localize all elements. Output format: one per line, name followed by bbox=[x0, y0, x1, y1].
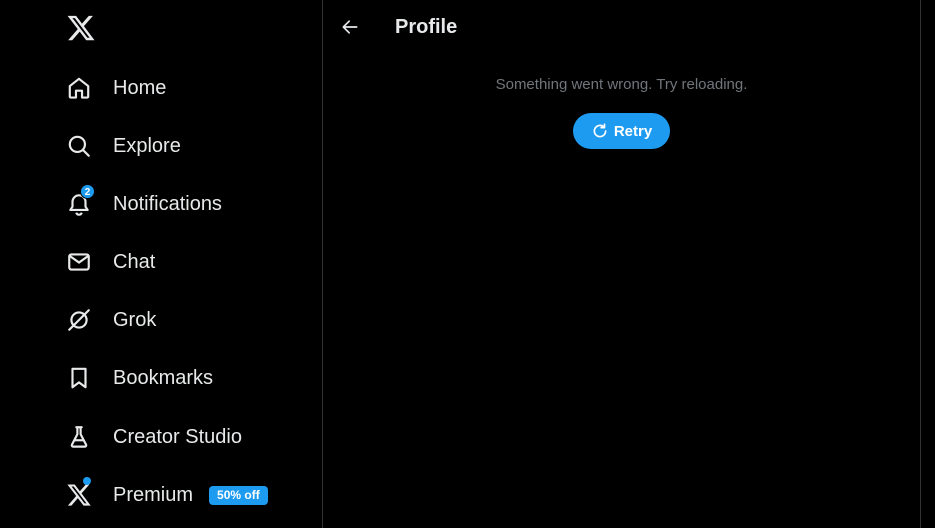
sidebar-item-label: Creator Studio bbox=[113, 425, 242, 448]
sidebar-item-bookmarks[interactable]: Bookmarks bbox=[56, 353, 225, 403]
sidebar-item-chat[interactable]: Chat bbox=[56, 237, 167, 287]
grok-icon bbox=[66, 307, 92, 333]
error-message: Something went wrong. Try reloading. bbox=[495, 76, 748, 93]
sidebar-item-explore[interactable]: Explore bbox=[56, 121, 193, 171]
envelope-icon bbox=[66, 249, 92, 275]
page-title: Profile bbox=[395, 16, 458, 38]
divider bbox=[920, 0, 921, 528]
home-icon bbox=[66, 75, 92, 101]
page-header: Profile bbox=[323, 0, 920, 56]
refresh-icon bbox=[593, 123, 607, 138]
back-button[interactable] bbox=[333, 10, 367, 44]
app: Home Explore 2 Notifications Chat Grok B… bbox=[0, 0, 935, 528]
flask-icon bbox=[66, 424, 92, 450]
sidebar-item-label: Home bbox=[113, 76, 167, 99]
x-logo-icon bbox=[66, 477, 92, 508]
bookmark-icon bbox=[66, 365, 92, 391]
sidebar-item-creator-studio[interactable]: Creator Studio bbox=[56, 412, 254, 462]
promo-badge: 50% off bbox=[209, 485, 268, 505]
main-column: Profile Something went wrong. Try reload… bbox=[323, 0, 920, 528]
sidebar-item-label: Notifications bbox=[113, 192, 222, 215]
sidebar-item-premium[interactable]: Premium 50% off bbox=[56, 470, 280, 520]
notification-badge: 2 bbox=[80, 184, 95, 199]
sidebar-item-home[interactable]: Home bbox=[56, 63, 178, 113]
search-icon bbox=[66, 133, 92, 159]
retry-label: Retry bbox=[613, 122, 653, 140]
sidebar: Home Explore 2 Notifications Chat Grok B… bbox=[0, 0, 322, 528]
bell-icon: 2 bbox=[66, 184, 95, 217]
sidebar-item-notifications[interactable]: 2 Notifications bbox=[56, 179, 234, 229]
sidebar-item-label: Grok bbox=[113, 308, 157, 331]
sidebar-item-label: Explore bbox=[113, 134, 181, 157]
x-logo[interactable] bbox=[66, 13, 96, 43]
sidebar-item-label: Premium bbox=[113, 483, 194, 506]
arrow-left-icon bbox=[342, 20, 358, 34]
sidebar-item-grok[interactable]: Grok bbox=[56, 295, 168, 345]
sidebar-item-label: Bookmarks bbox=[113, 366, 214, 389]
unread-dot bbox=[83, 477, 91, 485]
x-logo-icon bbox=[67, 15, 95, 41]
retry-button[interactable]: Retry bbox=[573, 113, 670, 149]
sidebar-item-label: Chat bbox=[113, 250, 156, 273]
